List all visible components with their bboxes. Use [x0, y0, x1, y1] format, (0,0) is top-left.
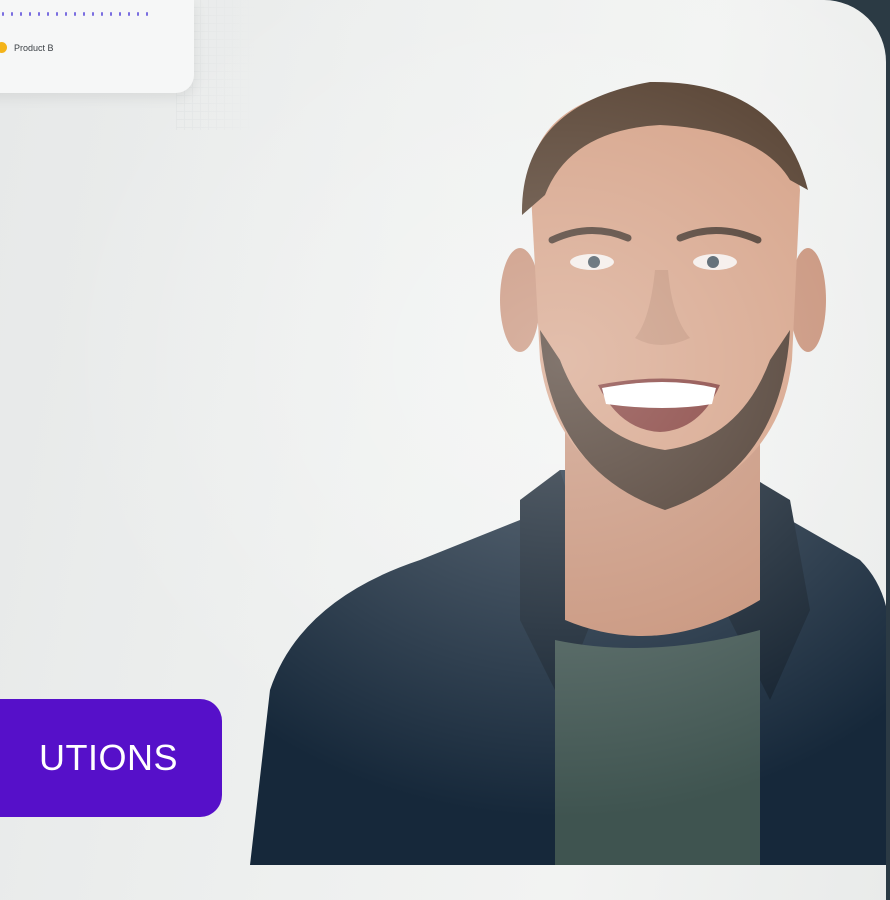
solutions-button[interactable]: UTIONS	[0, 699, 222, 817]
chart-legend-card: Product B	[0, 0, 194, 93]
dotted-line-decoration	[2, 12, 148, 16]
legend-item-product-b: Product B	[0, 42, 54, 53]
legend-swatch-icon	[0, 42, 7, 53]
legend-label: Product B	[14, 42, 54, 53]
